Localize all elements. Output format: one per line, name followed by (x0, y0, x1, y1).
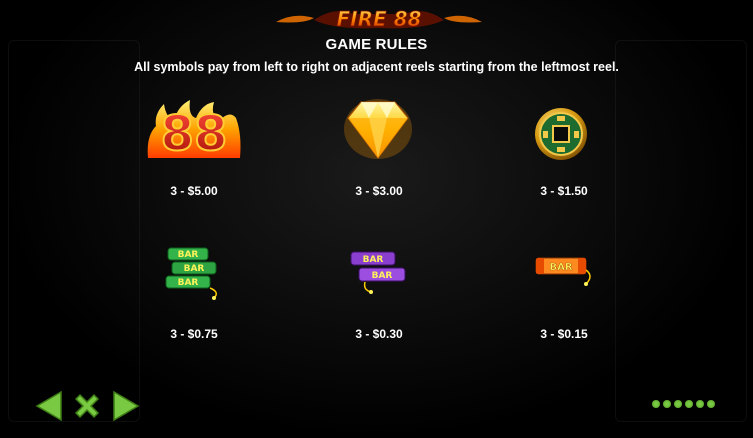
green-triple-bar-icon: BAR BAR BAR (165, 247, 217, 300)
left-arrow-icon[interactable] (35, 390, 63, 422)
background-reel-right (615, 40, 747, 422)
page-dot[interactable] (652, 400, 660, 408)
svg-text:88: 88 (161, 106, 228, 162)
purple-double-bar-icon: BAR BAR (350, 251, 406, 294)
fire-88-logo: FIRE 88 (276, 7, 482, 31)
page-indicator (652, 400, 715, 408)
payout-coin: 3 - $1.50 (540, 184, 588, 198)
page-dot[interactable] (696, 400, 704, 408)
payout-single-bar: 3 - $0.15 (540, 327, 588, 341)
fire-88-icon: 88 (147, 100, 241, 163)
close-x-icon[interactable] (71, 390, 103, 422)
background-reel-left (8, 40, 140, 422)
svg-text:BAR: BAR (184, 264, 205, 274)
svg-text:BAR: BAR (549, 262, 572, 273)
svg-text:BAR: BAR (372, 271, 393, 281)
gold-diamond-icon (344, 99, 412, 159)
page-title: GAME RULES (325, 36, 428, 53)
svg-text:BAR: BAR (363, 255, 384, 265)
rules-description: All symbols pay from left to right on ad… (134, 60, 619, 74)
page-dot[interactable] (707, 400, 715, 408)
page-dot[interactable] (685, 400, 693, 408)
page-dot[interactable] (663, 400, 671, 408)
svg-text:BAR: BAR (178, 278, 199, 288)
logo-text: FIRE 88 (337, 7, 422, 31)
payout-diamond: 3 - $3.00 (355, 184, 403, 198)
payout-triple-bar: 3 - $0.75 (170, 327, 218, 341)
page-dot[interactable] (674, 400, 682, 408)
right-arrow-icon[interactable] (112, 390, 140, 422)
payout-fire-88: 3 - $5.00 (170, 184, 218, 198)
chinese-coin-icon (535, 108, 587, 160)
svg-text:BAR: BAR (178, 250, 199, 260)
payout-double-bar: 3 - $0.30 (355, 327, 403, 341)
orange-single-bar-icon: BAR (535, 257, 591, 286)
